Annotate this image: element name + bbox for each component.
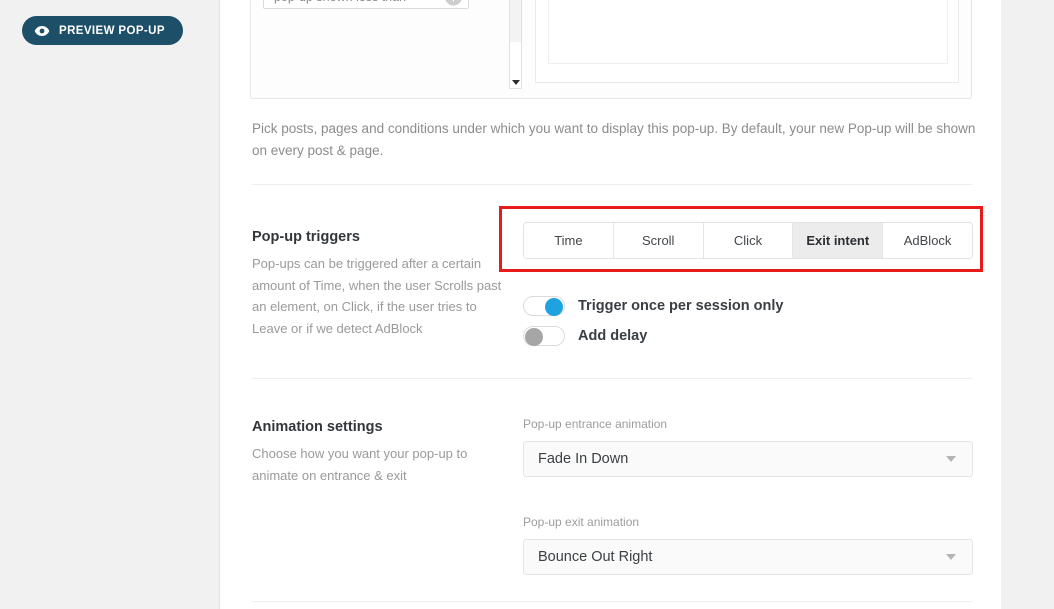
trigger-tab-click[interactable]: Click bbox=[703, 223, 794, 258]
toggle-knob bbox=[525, 328, 543, 346]
conditions-scrollbar[interactable] bbox=[509, 0, 522, 89]
plus-icon[interactable] bbox=[445, 0, 462, 5]
conditions-list[interactable]: 404 page Visitor is logged in Visitor no… bbox=[263, 0, 509, 89]
exit-animation-value: Bounce Out Right bbox=[538, 549, 653, 565]
triggers-section-description: Pop-ups can be triggered after a certain… bbox=[252, 256, 502, 337]
main-content: 404 page Visitor is logged in Visitor no… bbox=[220, 0, 1001, 609]
trigger-tab-adblock[interactable]: AdBlock bbox=[883, 223, 972, 258]
exit-animation-select[interactable]: Bounce Out Right bbox=[523, 539, 973, 575]
condition-label: pop-up shown less than bbox=[274, 0, 406, 4]
section-divider bbox=[252, 184, 972, 185]
trigger-tab-time[interactable]: Time bbox=[524, 223, 614, 258]
preview-popup-label: PREVIEW POP-UP bbox=[59, 24, 165, 37]
display-conditions-card: 404 page Visitor is logged in Visitor no… bbox=[250, 0, 972, 99]
preview-popup-button[interactable]: PREVIEW POP-UP bbox=[22, 16, 183, 45]
right-gutter bbox=[1001, 0, 1054, 609]
selected-conditions-panel bbox=[535, 0, 959, 83]
conditions-helper-text: Pick posts, pages and conditions under w… bbox=[252, 121, 976, 158]
chevron-down-icon[interactable] bbox=[511, 80, 520, 85]
selected-conditions-dropzone[interactable] bbox=[548, 0, 948, 64]
triggers-section-title: Pop-up triggers bbox=[252, 229, 360, 245]
toggle-knob bbox=[545, 298, 563, 316]
eye-icon bbox=[34, 23, 50, 39]
animation-section-title: Animation settings bbox=[252, 419, 383, 435]
animation-section-description: Choose how you want your pop-up to anima… bbox=[252, 446, 468, 483]
sidebar: PREVIEW POP-UP bbox=[0, 0, 220, 609]
condition-item[interactable]: pop-up shown less than bbox=[263, 0, 469, 9]
entrance-animation-value: Fade In Down bbox=[538, 451, 629, 467]
trigger-tab-exit-intent[interactable]: Exit intent bbox=[793, 223, 884, 258]
entrance-animation-select[interactable]: Fade In Down bbox=[523, 441, 973, 477]
exit-animation-label: Pop-up exit animation bbox=[523, 515, 640, 529]
add-delay-row: Add delay bbox=[523, 326, 647, 346]
scrollbar-thumb[interactable] bbox=[510, 0, 521, 42]
caret-down-icon bbox=[946, 554, 956, 560]
add-delay-label: Add delay bbox=[578, 328, 648, 344]
trigger-tab-scroll[interactable]: Scroll bbox=[613, 223, 704, 258]
trigger-once-toggle[interactable] bbox=[523, 296, 565, 316]
trigger-once-label: Trigger once per session only bbox=[578, 298, 784, 314]
entrance-animation-label: Pop-up entrance animation bbox=[523, 417, 668, 431]
add-delay-toggle[interactable] bbox=[523, 326, 565, 346]
section-divider bbox=[252, 601, 972, 602]
section-divider bbox=[252, 378, 972, 379]
trigger-tabs[interactable]: Time Scroll Click Exit intent AdBlock bbox=[523, 222, 973, 259]
app-screen: PREVIEW POP-UP 404 page Visitor is logge… bbox=[0, 0, 1054, 609]
trigger-once-row: Trigger once per session only bbox=[523, 296, 783, 316]
caret-down-icon bbox=[946, 456, 956, 462]
